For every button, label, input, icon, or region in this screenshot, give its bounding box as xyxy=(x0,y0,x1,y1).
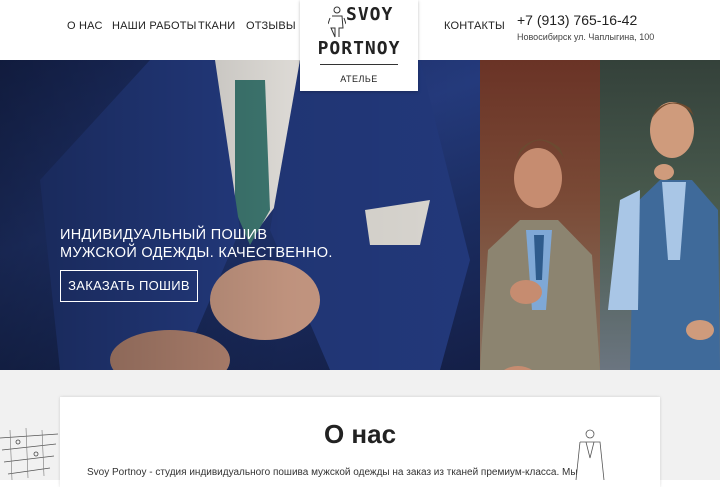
order-tailoring-button[interactable]: ЗАКАЗАТЬ ПОШИВ xyxy=(60,270,198,302)
nav-fabrics[interactable]: ТКАНИ xyxy=(198,20,235,32)
suit-sketch-icon xyxy=(575,429,605,480)
hero-photo-vest xyxy=(600,60,720,370)
tailor-figure-icon xyxy=(328,6,346,38)
nav-reviews[interactable]: ОТЗЫВЫ xyxy=(246,20,296,32)
man-vest-illustration xyxy=(608,102,720,370)
about-text: Svoy Portnoy - студия индивидуального по… xyxy=(87,467,578,478)
hero-title: ИНДИВИДУАЛЬНЫЙ ПОШИВ МУЖСКОЙ ОДЕЖДЫ. КАЧ… xyxy=(60,227,333,261)
logo[interactable]: SVOY PORTNOY АТЕЛЬЕ xyxy=(300,0,418,91)
hero-banner: ИНДИВИДУАЛЬНЫЙ ПОШИВ МУЖСКОЙ ОДЕЖДЫ. КАЧ… xyxy=(0,60,720,370)
nav-contacts[interactable]: КОНТАКТЫ xyxy=(444,20,505,32)
man-checked-suit-illustration xyxy=(480,139,600,370)
logo-subtitle: АТЕЛЬЕ xyxy=(340,74,378,84)
phone-number[interactable]: +7 (913) 765-16-42 xyxy=(517,12,637,28)
logo-text-line2: PORTNOY xyxy=(317,38,401,59)
logo-text-line1: SVOY xyxy=(346,4,394,25)
logo-divider xyxy=(320,64,398,65)
sewing-sketch-icon xyxy=(0,428,59,480)
nav-works[interactable]: НАШИ РАБОТЫ xyxy=(112,20,197,32)
address: Новосибирск ул. Чаплыгина, 100 xyxy=(517,32,655,42)
hero-overlay xyxy=(0,60,480,370)
nav-about[interactable]: О НАС xyxy=(67,20,103,32)
hero-photo-checked-suit xyxy=(480,60,600,370)
